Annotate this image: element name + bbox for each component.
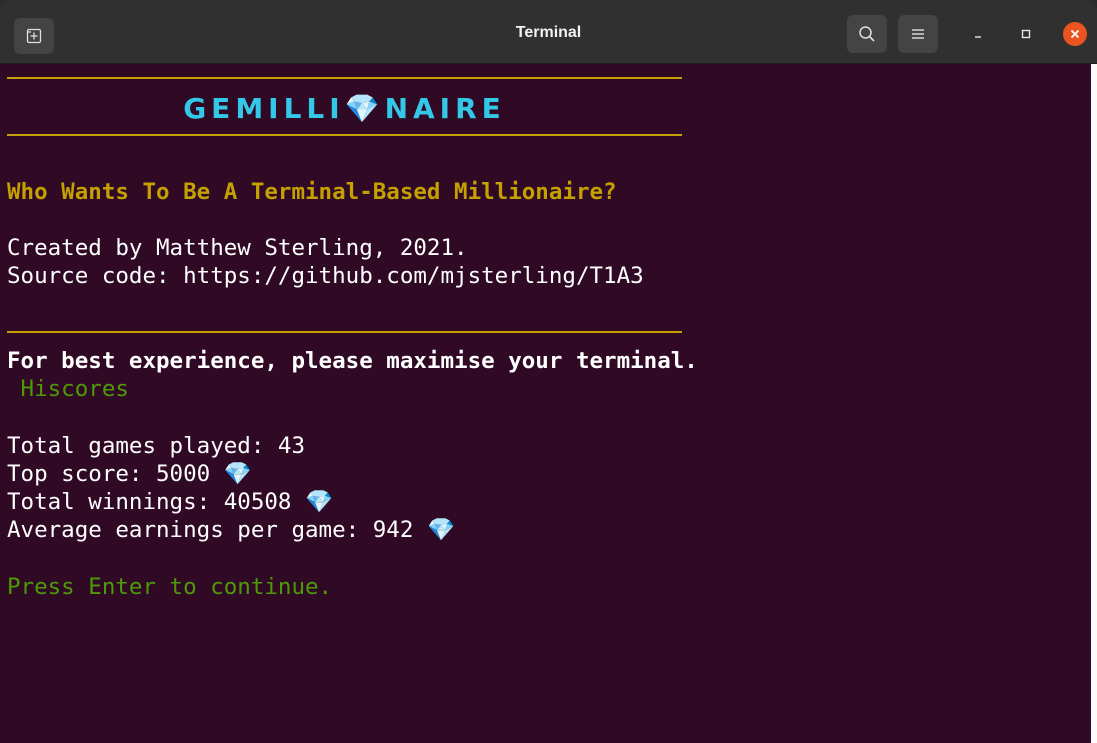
gem-icon: 💎 [344,92,385,125]
stat-average-earnings: Average earnings per game: 942 💎 [7,517,455,543]
minimize-button[interactable] [966,22,990,46]
stat-top-score: Top score: 5000 💎 [7,461,252,487]
gemillionaire-logo: GEMILLI💎NAIRE [183,92,506,125]
scrollbar[interactable] [1091,64,1097,743]
hiscores-heading: Hiscores [7,376,129,402]
maximize-icon [1021,29,1031,39]
divider-top [7,77,682,79]
terminal-output[interactable]: GEMILLI💎NAIRE Who Wants To Be A Terminal… [7,64,1087,743]
menu-button[interactable] [898,15,938,53]
search-icon [859,26,875,42]
credit-line: Created by Matthew Sterling, 2021. [7,235,468,261]
maximize-button[interactable] [1014,22,1038,46]
search-button[interactable] [847,15,887,53]
stat-games-played: Total games played: 43 [7,433,306,459]
minimize-icon [975,36,981,38]
advice-line: For best experience, please maximise you… [7,348,698,374]
gem-icon: 💎 [305,489,334,515]
gem-icon: 💎 [426,517,455,543]
close-button[interactable] [1063,22,1087,46]
subtitle: Who Wants To Be A Terminal-Based Million… [7,179,617,205]
terminal-window: Terminal GEMILLI💎NAIRE Who Wants To Be A… [0,0,1097,743]
divider-banner-bottom [7,134,682,136]
source-line: Source code: https://github.com/mjsterli… [7,263,644,289]
title-bar: Terminal [0,0,1097,64]
stat-total-winnings: Total winnings: 40508 💎 [7,489,334,515]
gem-icon: 💎 [223,461,252,487]
continue-prompt: Press Enter to continue. [7,574,333,600]
hamburger-menu-icon [912,29,924,39]
divider-middle [7,331,682,333]
close-icon [1070,29,1080,39]
